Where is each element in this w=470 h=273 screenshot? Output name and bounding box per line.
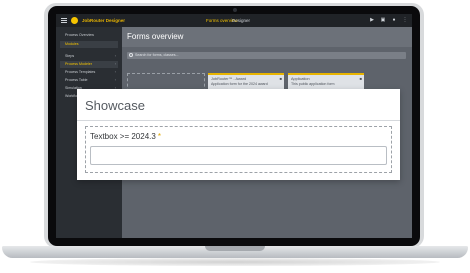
form-card-title: Application (291, 77, 310, 81)
showcase-modal: Showcase Textbox >= 2024.3 * (77, 89, 400, 180)
modal-title: Showcase (85, 98, 145, 113)
chevron-right-icon: › (114, 62, 116, 66)
search-placeholder: Search for forms, classes... (135, 53, 179, 57)
save-icon[interactable]: ▣ (380, 17, 386, 23)
chevron-right-icon: › (114, 70, 116, 74)
user-icon[interactable]: ● (391, 17, 397, 23)
sidebar-item-label: Modules (65, 42, 79, 46)
required-marker: * (157, 132, 161, 141)
modal-divider (77, 120, 400, 121)
pin-icon[interactable]: ■ (360, 76, 362, 81)
sidebar-item-process-table[interactable]: Process Table › (60, 77, 118, 84)
sidebar-item-label: Process Modeler (65, 62, 92, 66)
sidebar-item-steps[interactable]: Steps › (60, 53, 118, 60)
menu-icon[interactable] (61, 18, 67, 23)
form-card-desc: This public application form (291, 82, 335, 86)
brand-name: JobRouter Designer (82, 18, 126, 23)
sidebar-item-process-templates[interactable]: Process Templates › (60, 69, 118, 76)
field-label-text: Textbox >= 2024.3 (90, 132, 156, 141)
laptop-mockup: JobRouter Designer Forms overview Design… (0, 0, 470, 273)
sidebar-item-process-modeler[interactable]: Process Modeler › (60, 61, 118, 68)
more-icon[interactable]: ⋮ (402, 17, 408, 23)
page-title: Forms overview (127, 32, 184, 41)
brand-logo-icon (71, 17, 78, 24)
chevron-right-icon: › (114, 78, 116, 82)
sidebar-item-label: Process Overview (65, 33, 94, 37)
sidebar-item-label: Process Templates (65, 70, 96, 74)
pin-icon[interactable]: ■ (280, 76, 282, 81)
textbox-input[interactable] (90, 146, 387, 165)
sidebar-item-label: Process Table (65, 78, 88, 82)
form-card-desc: Application form for the 2024 award (211, 82, 268, 86)
sidebar-item-process-overview[interactable]: Process Overview (60, 32, 118, 39)
camera-icon (233, 8, 237, 12)
form-card-title: JobRouter™ - Award (211, 77, 247, 81)
laptop-shadow (30, 258, 440, 266)
field-container: Textbox >= 2024.3 * (85, 126, 392, 173)
play-icon[interactable]: ▶ (369, 17, 375, 23)
search-icon (129, 53, 133, 57)
sidebar-item-label: Steps (65, 54, 75, 58)
chevron-right-icon: › (114, 54, 116, 58)
laptop-notch (205, 246, 265, 251)
search-input[interactable]: Search for forms, classes... (127, 52, 406, 59)
topbar-subsection: Designer (232, 18, 251, 23)
main-header: Forms overview (122, 27, 412, 47)
field-label: Textbox >= 2024.3 * (90, 132, 161, 141)
sidebar-item-modules[interactable]: Modules (60, 41, 118, 48)
app-topbar: JobRouter Designer Forms overview Design… (56, 14, 412, 27)
